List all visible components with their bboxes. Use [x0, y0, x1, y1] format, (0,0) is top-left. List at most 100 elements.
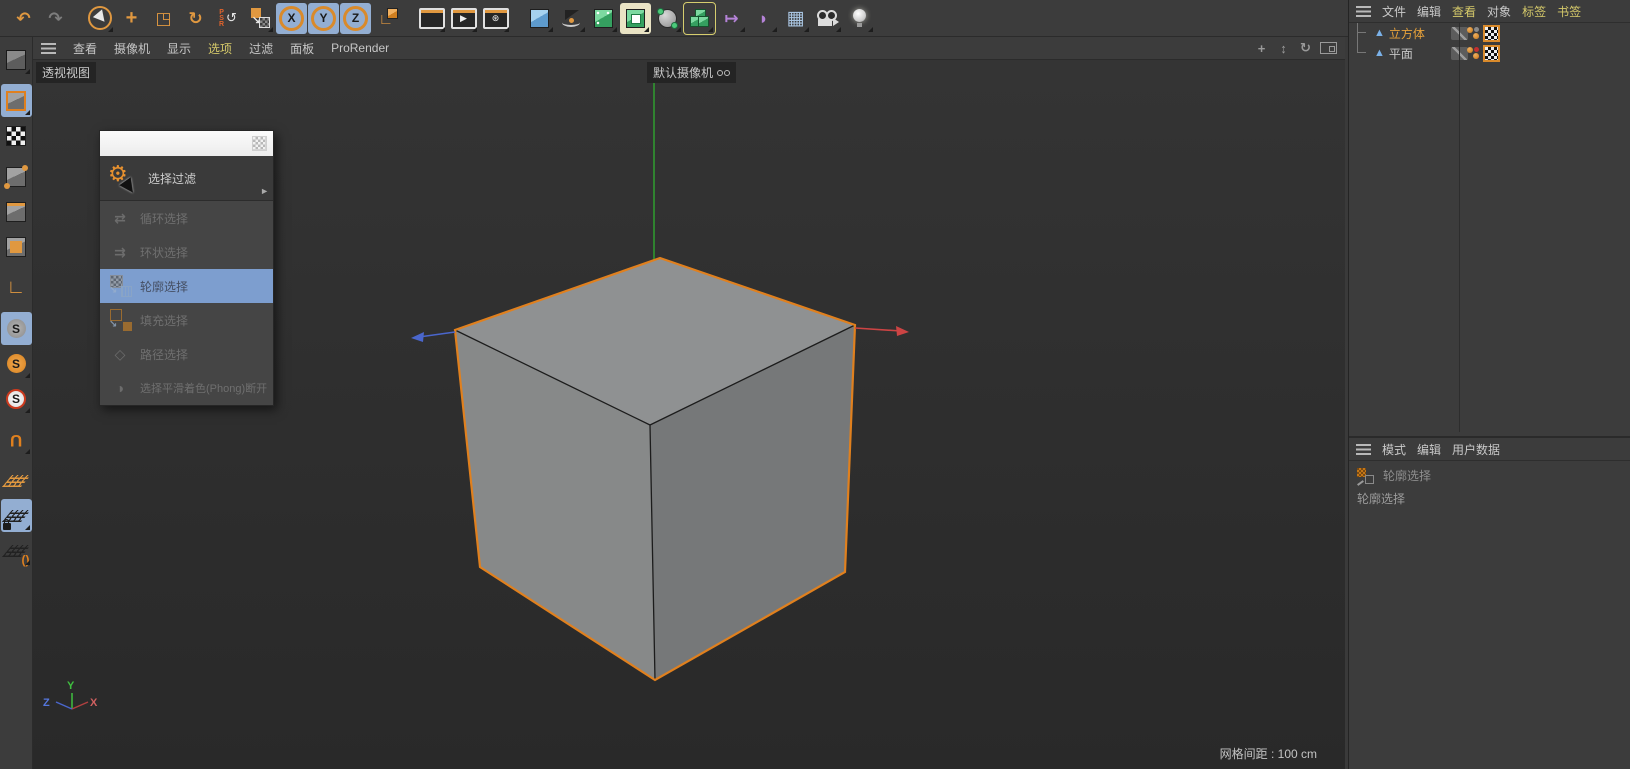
add-primitive-button[interactable] [524, 3, 555, 34]
viewport-hamburger-icon[interactable] [41, 42, 56, 54]
menu-item-label: 路径选择 [140, 347, 189, 362]
texture-tag-icon[interactable] [1483, 44, 1500, 62]
om-menu-view[interactable]: 查看 [1452, 3, 1476, 20]
outline-selection-icon: ↘ [108, 275, 132, 297]
menu-camera[interactable]: 摄像机 [114, 40, 150, 57]
quantize-button[interactable]: S [1, 382, 32, 415]
am-menu-mode[interactable]: 模式 [1382, 441, 1406, 458]
render-settings-icon: ⊛ [482, 7, 509, 29]
mograph-icon: ↦ [724, 8, 739, 28]
menu-display[interactable]: 显示 [167, 40, 191, 57]
magnet-tool-button[interactable]: U [1, 423, 32, 456]
om-menu-tags[interactable]: 标签 [1522, 3, 1546, 20]
add-light-button[interactable] [844, 3, 875, 34]
make-editable-button[interactable] [1, 43, 32, 76]
y-axis-lock-button[interactable]: Y [308, 2, 339, 34]
add-floor-button[interactable]: ▦ [780, 3, 811, 34]
add-mograph-button[interactable]: ↦ [716, 3, 747, 34]
tree-branch [1357, 43, 1372, 53]
add-generator-button[interactable] [588, 3, 619, 34]
polygons-mode-button[interactable] [1, 230, 32, 263]
add-camera-button[interactable] [812, 3, 843, 34]
volume-cubes-icon [690, 9, 709, 27]
object-manager-hamburger-icon[interactable] [1356, 5, 1371, 17]
x-axis-lock-button[interactable]: X [276, 2, 307, 34]
cube-object[interactable] [453, 256, 857, 682]
om-menu-bookmarks[interactable]: 书签 [1557, 3, 1581, 20]
object-tags [1463, 43, 1500, 63]
menu-item-ring-selection[interactable]: ⇉ 环状选择 [100, 235, 273, 269]
add-volume-button[interactable] [683, 1, 716, 35]
redo-button[interactable]: ↷ [40, 3, 71, 34]
move-tool-button[interactable]: + [116, 3, 147, 34]
points-mode-button[interactable] [1, 160, 32, 193]
om-menu-edit[interactable]: 编辑 [1417, 3, 1441, 20]
menu-item-path-selection[interactable]: ◇ 路径选择 [100, 337, 273, 371]
interactive-workplane-button[interactable]: () [1, 534, 32, 567]
object-name[interactable]: 立方体 [1389, 25, 1445, 42]
add-spline-button[interactable] [556, 3, 587, 34]
menu-item-label: 环状选择 [140, 245, 189, 260]
om-menu-file[interactable]: 文件 [1382, 3, 1406, 20]
primitive-cube-icon [530, 8, 549, 28]
menu-view[interactable]: 查看 [73, 40, 97, 57]
texture-mode-button[interactable] [1, 119, 32, 152]
object-x-axis-handle[interactable] [854, 326, 909, 336]
om-menu-object[interactable]: 对象 [1487, 3, 1511, 20]
snap-settings-button[interactable]: S [1, 347, 32, 380]
lock-workplane-button[interactable] [0, 499, 32, 532]
live-selection-icon [87, 6, 112, 30]
texture-mode-icon [6, 125, 26, 146]
undo-button[interactable]: ↶ [8, 3, 39, 34]
attribute-hamburger-icon[interactable] [1356, 443, 1371, 455]
orbit-view-icon[interactable]: ↻ [1298, 40, 1313, 56]
menu-prorender[interactable]: ProRender [331, 41, 389, 55]
display-tag-icon[interactable] [1467, 27, 1479, 39]
axis-mode-button[interactable]: ∟ [1, 271, 32, 304]
polygons-mode-icon [6, 236, 26, 257]
display-tag-icon[interactable] [1467, 47, 1479, 59]
coordinate-system-button[interactable]: ↘ [244, 3, 275, 34]
render-picture-viewer-button[interactable]: ▶ [448, 3, 479, 34]
undo-icon: ↶ [16, 8, 31, 28]
lock-icon [2, 519, 11, 530]
live-selection-button[interactable] [84, 3, 115, 34]
menu-options[interactable]: 选项 [208, 40, 232, 57]
menu-panel[interactable]: 面板 [290, 40, 314, 57]
workplane-icon [1, 474, 31, 487]
texture-tag-icon[interactable] [1483, 24, 1500, 42]
camera-mini-icon [717, 69, 731, 76]
maximize-view-icon[interactable] [1320, 42, 1337, 54]
add-modeling-command-button[interactable] [620, 2, 651, 34]
menu-filter[interactable]: 过滤 [249, 40, 273, 57]
menu-item-selection-filter[interactable]: ⚙ 选择过滤 ► [100, 156, 273, 201]
menu-item-phong-break-selection[interactable]: ◑ 选择平滑着色(Phong)断开 [100, 371, 273, 405]
object-name[interactable]: 平面 [1389, 45, 1445, 62]
view-name-label[interactable]: 透视视图 [36, 62, 97, 83]
rotate-tool-button[interactable]: ↻ [180, 3, 211, 34]
enable-snap-button[interactable]: S [0, 312, 32, 345]
render-settings-button[interactable]: ⊛ [480, 3, 511, 34]
add-field-button[interactable]: ◗ [748, 3, 779, 34]
menu-item-outline-selection[interactable]: ↘ 轮廓选择 [100, 269, 273, 303]
am-menu-userdata[interactable]: 用户数据 [1452, 441, 1500, 458]
menu-tearoff-bar[interactable] [100, 131, 273, 156]
object-z-axis-handle[interactable] [411, 331, 456, 342]
edges-mode-button[interactable] [1, 195, 32, 228]
workplane-paren-icon: () [21, 553, 30, 567]
dolly-view-icon[interactable]: ↕ [1276, 41, 1291, 56]
workplane-button[interactable] [1, 464, 32, 497]
model-mode-button[interactable] [0, 84, 32, 117]
z-axis-lock-button[interactable]: Z [340, 2, 371, 34]
add-deformer-button[interactable] [652, 3, 683, 34]
world-coordinate-button[interactable]: ∟ [372, 3, 403, 34]
scale-tool-button[interactable]: ◳ [148, 3, 179, 34]
object-row-cube[interactable]: ▲ 立方体 [1349, 23, 1630, 43]
render-view-button[interactable] [416, 3, 447, 34]
menu-item-fill-selection[interactable]: ↘ 填充选择 [100, 303, 273, 337]
menu-item-loop-selection[interactable]: ⇄ 循环选择 [100, 201, 273, 235]
object-row-plane[interactable]: ▲ 平面 [1349, 43, 1630, 63]
pan-view-icon[interactable]: + [1254, 41, 1269, 56]
psr-reset-button[interactable]: PSR ↺ [212, 3, 243, 34]
am-menu-edit[interactable]: 编辑 [1417, 441, 1441, 458]
